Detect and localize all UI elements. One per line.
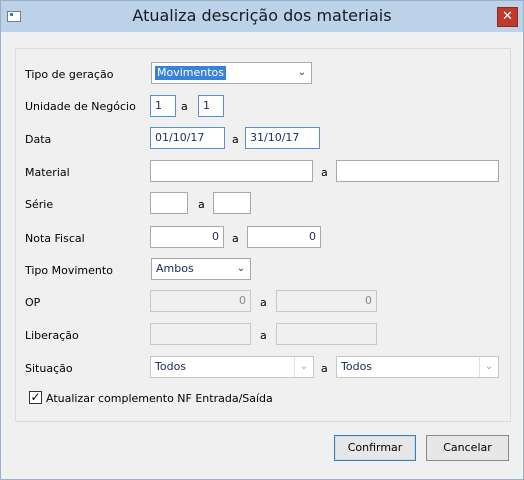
atualizar-nf-label[interactable]: Atualizar complemento NF Entrada/Saída: [46, 392, 273, 405]
op-to-input: 0: [276, 290, 377, 312]
liberacao-label: Liberação: [25, 329, 79, 342]
chevron-down-icon[interactable]: ⌄: [479, 357, 498, 377]
situacao-from-select[interactable]: Todos ⌄: [150, 356, 314, 378]
nota-fiscal-label: Nota Fiscal: [25, 232, 85, 245]
data-label: Data: [25, 133, 52, 146]
tipo-movimento-select[interactable]: Ambos ⌄: [151, 258, 251, 280]
check-icon: ✓: [30, 390, 41, 404]
serie-label: Série: [25, 198, 54, 211]
liberacao-from-input: [150, 323, 251, 345]
atualizar-nf-checkbox[interactable]: ✓: [29, 391, 42, 404]
unidade-sep: a: [181, 100, 188, 113]
chevron-down-icon[interactable]: ⌄: [293, 63, 311, 83]
op-label: OP: [25, 296, 41, 309]
situacao-sep: a: [321, 362, 328, 375]
cancelar-button[interactable]: Cancelar: [426, 435, 509, 461]
material-sep: a: [321, 166, 328, 179]
op-sep: a: [260, 296, 267, 309]
tipo-geracao-label: Tipo de geração: [25, 68, 114, 81]
material-to-input[interactable]: [336, 160, 499, 182]
title-bar[interactable]: Atualiza descrição dos materiais ✕: [1, 1, 523, 32]
liberacao-sep: a: [260, 329, 267, 342]
window-title: Atualiza descrição dos materiais: [132, 6, 392, 25]
tipo-movimento-label: Tipo Movimento: [25, 264, 113, 277]
material-from-input[interactable]: [150, 160, 313, 182]
situacao-to-select[interactable]: Todos ⌄: [336, 356, 499, 378]
unidade-from-input[interactable]: 1: [150, 95, 176, 117]
op-from-input: 0: [150, 290, 251, 312]
chevron-down-icon[interactable]: ⌄: [294, 357, 313, 377]
liberacao-to-input: [276, 323, 377, 345]
data-sep: a: [232, 133, 239, 146]
serie-from-input[interactable]: [150, 192, 188, 214]
situacao-label: Situação: [25, 362, 73, 375]
chevron-down-icon[interactable]: ⌄: [232, 259, 250, 279]
unidade-to-input[interactable]: 1: [198, 95, 224, 117]
data-to-input[interactable]: 31/10/17: [245, 127, 320, 149]
situacao-from-value: Todos: [155, 360, 187, 373]
nota-fiscal-from-input[interactable]: 0: [150, 226, 224, 248]
data-from-input[interactable]: 01/10/17: [150, 127, 225, 149]
close-icon[interactable]: ✕: [497, 7, 518, 27]
tipo-geracao-select[interactable]: Movimentos ⌄: [151, 62, 312, 84]
tipo-geracao-value: Movimentos: [155, 66, 227, 80]
confirmar-button[interactable]: Confirmar: [334, 435, 416, 461]
dialog-window: Atualiza descrição dos materiais ✕ Tipo …: [0, 0, 524, 480]
tipo-movimento-value: Ambos: [156, 262, 194, 275]
nota-fiscal-sep: a: [232, 232, 239, 245]
serie-to-input[interactable]: [213, 192, 251, 214]
material-label: Material: [25, 166, 70, 179]
situacao-to-value: Todos: [341, 360, 373, 373]
serie-sep: a: [198, 198, 205, 211]
unidade-negocio-label: Unidade de Negócio: [25, 100, 136, 113]
nota-fiscal-to-input[interactable]: 0: [247, 226, 321, 248]
